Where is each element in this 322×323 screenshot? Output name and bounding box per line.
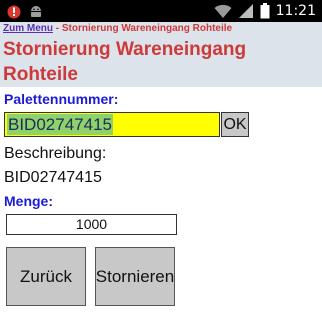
back-button[interactable]: Zurück	[6, 247, 86, 306]
menu-link[interactable]: Zum Menu	[3, 23, 53, 34]
pallet-number-value: BID02747415	[7, 114, 113, 135]
page-title: Stornierung Wareneingang Rohteile	[3, 39, 247, 85]
android-icon	[28, 3, 44, 19]
pallet-number-input[interactable]: BID02747415	[4, 112, 220, 137]
battery-icon	[260, 3, 270, 19]
quantity-input[interactable]: 1000	[6, 214, 177, 235]
description-value: BID02747415	[4, 169, 102, 186]
ok-button[interactable]: OK	[221, 112, 249, 137]
breadcrumb-separator: -	[53, 23, 62, 34]
wifi-icon	[214, 3, 232, 19]
clock: 11:21	[275, 3, 316, 19]
description-label: Beschreibung:	[4, 145, 107, 162]
breadcrumb: Zum Menu - Stornierung Wareneingang Roht…	[3, 23, 232, 34]
system-icons: 11:21	[214, 2, 316, 20]
notification-icons	[6, 3, 44, 19]
cancel-button[interactable]: Stornieren	[95, 247, 175, 306]
status-bar: 11:21	[0, 0, 322, 22]
alert-icon	[6, 3, 22, 19]
breadcrumb-title: Stornierung Wareneingang Rohteile	[61, 23, 233, 34]
signal-icon	[238, 3, 254, 19]
pallet-number-label: Palettennummer:	[4, 91, 119, 107]
quantity-label: Menge:	[4, 193, 53, 209]
